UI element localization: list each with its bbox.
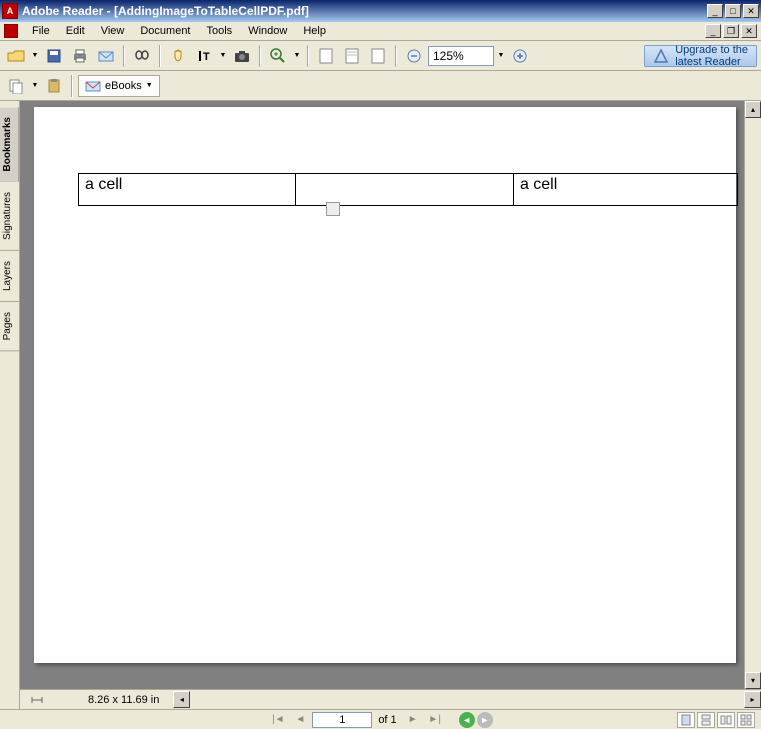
page-of-label: of 1 [374,714,400,726]
zoom-field[interactable] [428,46,494,66]
pdf-page: a cell a cell [34,107,736,663]
menu-document[interactable]: Document [132,23,198,39]
next-page-button[interactable]: ► [403,711,423,729]
copy-dropdown[interactable]: ▼ [30,74,40,98]
fit-width-button[interactable] [340,44,364,68]
table-cell-1: a cell [79,174,296,206]
window-title: Adobe Reader - [AddingImageToTableCellPD… [22,4,707,18]
chevron-down-icon: ▼ [146,82,153,89]
snapshot-button[interactable] [230,44,254,68]
prev-page-button[interactable]: ◄ [290,711,310,729]
upgrade-text2: latest Reader [675,56,748,68]
cell-image-icon [326,202,340,216]
single-page-view-button[interactable] [677,712,695,728]
document-icon [4,24,18,38]
fit-page-button[interactable] [314,44,338,68]
paste-button[interactable] [42,74,66,98]
upgrade-text1: Upgrade to the [675,44,748,56]
tab-signatures[interactable]: Signatures [0,182,19,251]
mdi-minimize-button[interactable]: _ [705,24,721,38]
mdi-close-button[interactable]: ✕ [741,24,757,38]
toolbar-secondary: ▼ eBooks ▼ [0,71,761,101]
email-button[interactable] [94,44,118,68]
last-page-button[interactable]: ►| [425,711,445,729]
menu-window[interactable]: Window [240,23,295,39]
select-dropdown[interactable]: ▼ [218,44,228,68]
text-select-button[interactable]: T [192,44,216,68]
status-strip: 8.26 x 11.69 in ◂ ▸ [20,689,761,709]
ebooks-label: eBooks [105,80,142,92]
first-page-button[interactable]: |◄ [268,711,288,729]
ebooks-button[interactable]: eBooks ▼ [78,75,160,97]
maximize-button[interactable]: □ [725,4,741,18]
page-dimensions: 8.26 x 11.69 in [78,694,169,706]
open-dropdown[interactable]: ▼ [30,44,40,68]
titlebar: A Adobe Reader - [AddingImageToTableCell… [0,0,761,22]
toolbar-main: ▼ T ▼ ▼ ▼ Upgrade to the latest Reader [0,41,761,71]
content-table: a cell a cell [78,173,738,206]
zoom-field-dropdown[interactable]: ▼ [496,44,506,68]
page-number-field[interactable] [312,712,372,728]
save-button[interactable] [42,44,66,68]
open-button[interactable] [4,44,28,68]
document-viewport[interactable]: a cell a cell ▴ ▾ [20,101,761,689]
menu-help[interactable]: Help [295,23,334,39]
zoom-in-button[interactable] [266,44,290,68]
menu-view[interactable]: View [93,23,133,39]
print-button[interactable] [68,44,92,68]
menubar: File Edit View Document Tools Window Hel… [0,22,761,41]
tab-layers[interactable]: Layers [0,251,19,302]
close-button[interactable]: ✕ [743,4,759,18]
continuous-facing-view-button[interactable] [737,712,755,728]
zoom-out-button[interactable] [402,44,426,68]
scroll-left-button[interactable]: ◂ [173,691,190,708]
horizontal-scrollbar[interactable]: ◂ ▸ [173,691,761,708]
tab-bookmarks[interactable]: Bookmarks [0,107,19,182]
page-nav-bar: |◄ ◄ of 1 ► ►| ◄ ► [0,709,761,729]
mdi-restore-button[interactable]: ❐ [723,24,739,38]
rotate-button[interactable] [366,44,390,68]
copy-button[interactable] [4,74,28,98]
upgrade-button[interactable]: Upgrade to the latest Reader [644,45,757,67]
menu-file[interactable]: File [24,23,58,39]
hand-tool-button[interactable] [166,44,190,68]
scroll-down-button[interactable]: ▾ [745,672,761,689]
facing-view-button[interactable] [717,712,735,728]
search-button[interactable] [130,44,154,68]
minimize-button[interactable]: _ [707,4,723,18]
scroll-up-button[interactable]: ▴ [745,101,761,118]
table-cell-2 [296,174,513,206]
dims-icon [30,693,44,707]
tab-pages[interactable]: Pages [0,302,19,351]
scroll-right-button[interactable]: ▸ [744,691,761,708]
nav-back-button[interactable]: ◄ [459,712,475,728]
zoom-in2-button[interactable] [508,44,532,68]
svg-text:T: T [203,51,210,63]
continuous-view-button[interactable] [697,712,715,728]
zoom-dropdown[interactable]: ▼ [292,44,302,68]
app-icon: A [2,3,18,19]
nav-forward-button[interactable]: ► [477,712,493,728]
vertical-scrollbar[interactable]: ▴ ▾ [744,101,761,689]
table-cell-3: a cell [513,174,737,206]
side-tabs: Bookmarks Signatures Layers Pages [0,101,20,709]
ebooks-icon [85,79,101,93]
upgrade-icon [653,48,669,64]
menu-edit[interactable]: Edit [58,23,93,39]
table-row: a cell a cell [79,174,738,206]
menu-tools[interactable]: Tools [199,23,241,39]
